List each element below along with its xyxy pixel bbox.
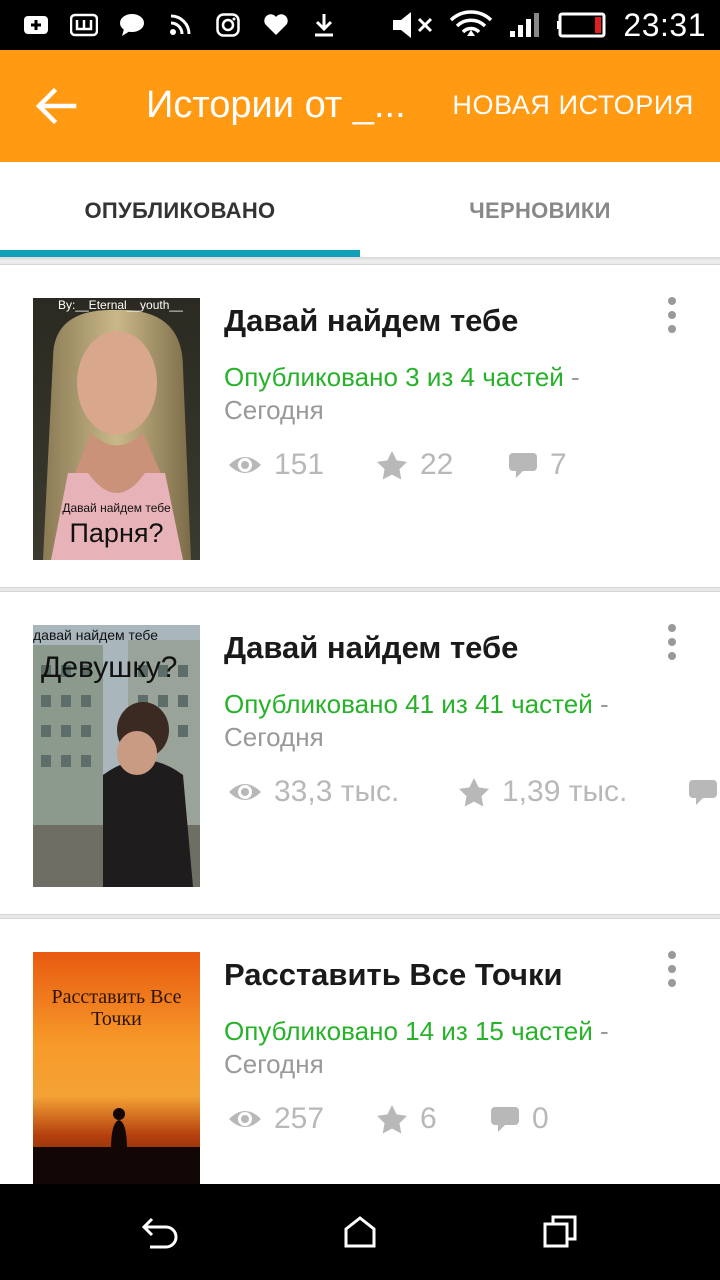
heart-icon	[262, 11, 290, 39]
battery-icon	[557, 11, 609, 39]
wifi-icon	[449, 10, 493, 39]
cover-title-line2: Парня?	[69, 518, 164, 548]
publish-date: Сегодня	[224, 1049, 324, 1079]
views-count: 151	[274, 448, 325, 481]
story-status: Опубликовано 14 из 15 частей - Сегодня	[224, 1015, 654, 1081]
eye-icon	[229, 784, 261, 800]
story-card[interactable]: By:__Eternal__youth__ Давай найдем тебе …	[0, 264, 720, 588]
app-bar: Истории от _... НОВАЯ ИСТОРИЯ	[0, 50, 720, 162]
page-title: Истории от _...	[146, 84, 406, 126]
star-icon	[377, 1105, 407, 1134]
nav-home-icon[interactable]	[330, 1212, 390, 1252]
story-status: Опубликовано 3 из 4 частей - Сегодня	[224, 361, 654, 427]
eye-icon	[229, 1111, 261, 1127]
story-title[interactable]: Расставить Все Точки	[224, 957, 563, 993]
comments-count: 7	[550, 448, 567, 481]
nav-back-icon[interactable]	[130, 1212, 190, 1252]
views-count: 33,3 тыс.	[274, 775, 400, 808]
tab-bar: ОПУБЛИКОВАНО ЧЕРНОВИКИ	[0, 162, 720, 260]
nav-recents-icon[interactable]	[530, 1212, 590, 1252]
cover-author-text: By:__Eternal__youth__	[58, 298, 183, 312]
cover-title-line1: Расставить Все	[51, 986, 182, 1008]
rss-icon	[166, 11, 194, 39]
story-title[interactable]: Давай найдем тебе	[224, 630, 518, 666]
signal-icon	[507, 11, 543, 39]
add-box-icon	[22, 11, 50, 39]
star-icon	[459, 778, 489, 807]
system-nav-bar	[0, 1184, 720, 1280]
status-separator: -	[592, 689, 609, 719]
views-count: 257	[274, 1102, 325, 1135]
volume-mute-icon	[391, 11, 435, 39]
cover-title-line1: Давай найдем тебе	[62, 501, 171, 515]
votes-count: 1,39 тыс.	[502, 775, 628, 808]
story-stats: 151 22 7	[228, 445, 567, 485]
publish-progress: Опубликовано 41 из 41 частей	[224, 689, 593, 719]
publish-date: Сегодня	[224, 722, 324, 752]
status-bar: 23:31	[0, 0, 720, 50]
story-stats: 33,3 тыс. 1,39 тыс.	[228, 772, 718, 812]
chat-bubble-icon	[118, 11, 146, 39]
download-icon	[310, 11, 338, 39]
story-cover-image[interactable]: Расставить Все Точки	[33, 952, 200, 1184]
story-stats: 257 6 0	[228, 1099, 549, 1139]
story-title[interactable]: Давай найдем тебе	[224, 303, 518, 339]
tab-indicator	[0, 250, 360, 257]
votes-count: 6	[420, 1102, 437, 1135]
story-card[interactable]: Расставить Все Точки Расставить Все Точк…	[0, 918, 720, 1184]
new-story-button[interactable]: НОВАЯ ИСТОРИЯ	[452, 90, 694, 121]
comment-icon	[509, 453, 537, 478]
star-icon	[377, 451, 407, 480]
story-menu-button[interactable]	[660, 949, 684, 989]
cover-title-line2: Девушку?	[41, 651, 178, 684]
instagram-icon	[214, 11, 242, 39]
publish-progress: Опубликовано 3 из 4 частей	[224, 362, 564, 392]
story-menu-button[interactable]	[660, 295, 684, 335]
publish-date: Сегодня	[224, 395, 324, 425]
votes-count: 22	[420, 448, 454, 481]
cover-title-line1: давай найдем тебе	[33, 627, 159, 643]
cover-title-line2: Точки	[91, 1008, 142, 1030]
story-menu-button[interactable]	[660, 622, 684, 662]
back-arrow-icon[interactable]	[34, 86, 78, 126]
status-separator: -	[592, 1016, 609, 1046]
comment-icon	[689, 780, 717, 805]
story-status: Опубликовано 41 из 41 частей - Сегодня	[224, 688, 654, 754]
story-cover-image[interactable]: давай найдем тебе Девушку?	[33, 625, 200, 887]
status-separator: -	[563, 362, 580, 392]
story-card[interactable]: давай найдем тебе Девушку? Давай найдем …	[0, 591, 720, 915]
eye-icon	[229, 457, 261, 473]
status-clock: 23:31	[623, 6, 706, 43]
app-w-icon	[70, 11, 98, 39]
story-cover-image[interactable]: By:__Eternal__youth__ Давай найдем тебе …	[33, 298, 200, 560]
tab-published[interactable]: ОПУБЛИКОВАНО	[0, 162, 360, 260]
comments-count: 0	[532, 1102, 549, 1135]
comment-icon	[491, 1107, 519, 1132]
publish-progress: Опубликовано 14 из 15 частей	[224, 1016, 593, 1046]
tab-drafts[interactable]: ЧЕРНОВИКИ	[360, 162, 720, 260]
story-list[interactable]: By:__Eternal__youth__ Давай найдем тебе …	[0, 262, 720, 1184]
